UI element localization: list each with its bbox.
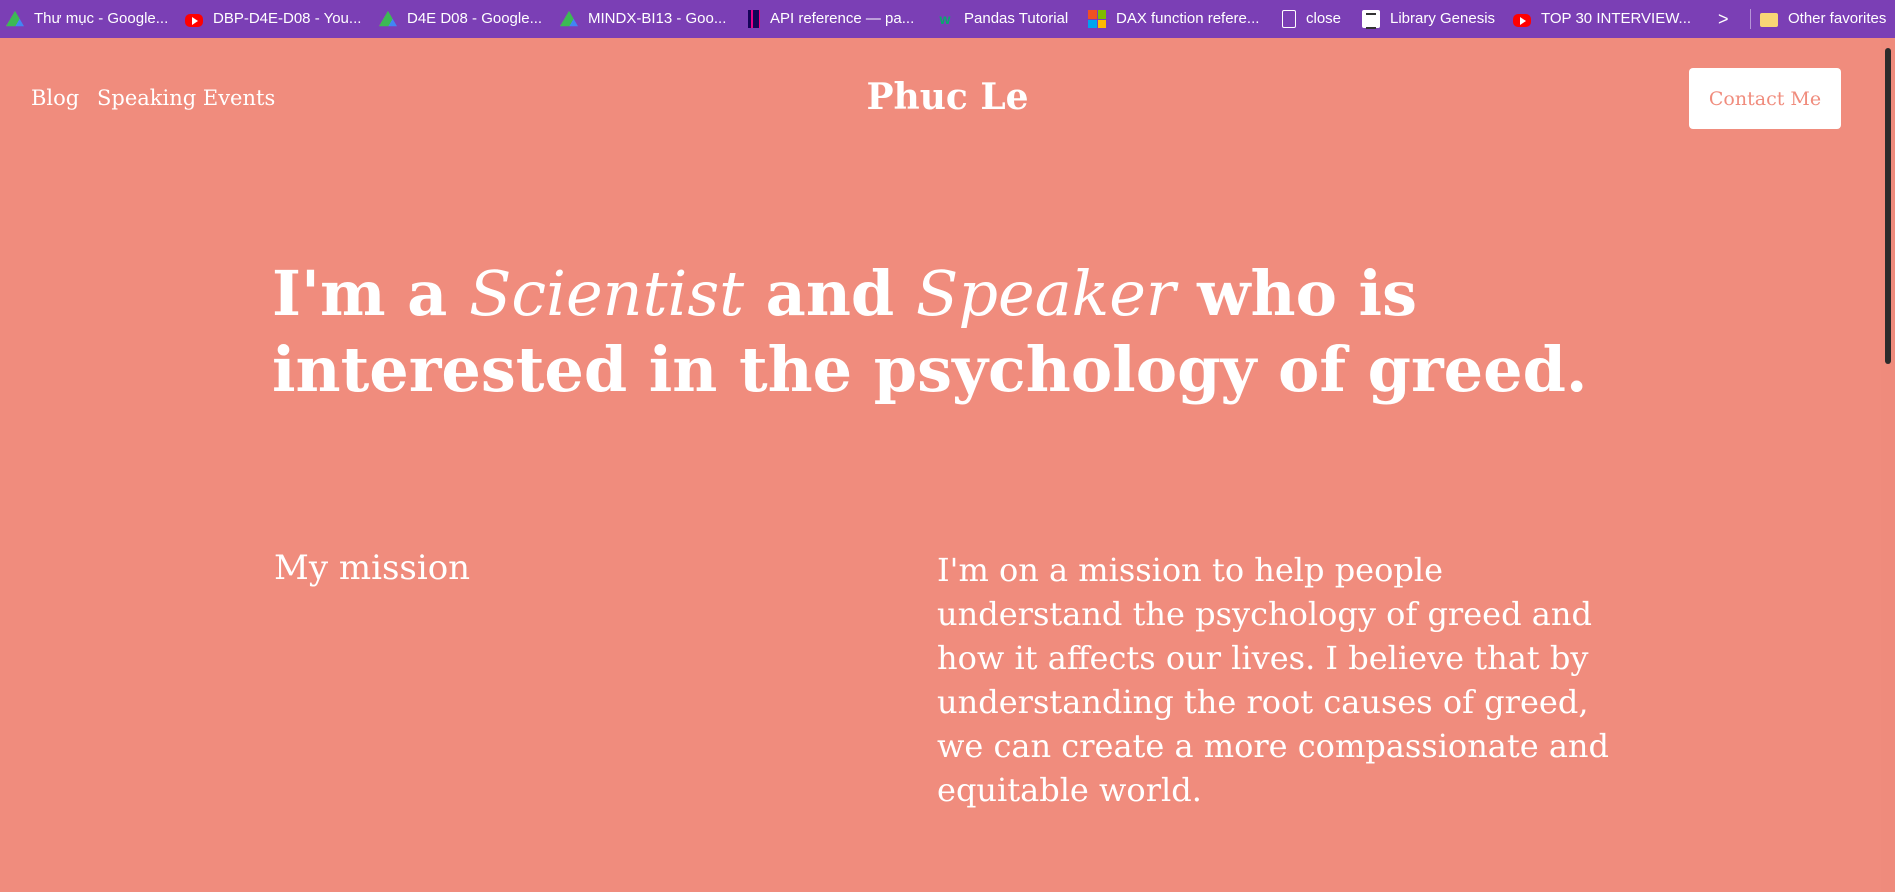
microsoft-icon	[1088, 10, 1106, 28]
bookmark-label: DBP-D4E-D08 - You...	[213, 10, 362, 27]
bookmarks-separator	[1750, 9, 1751, 29]
bookmark-label: MINDX-BI13 - Goo...	[588, 10, 727, 27]
hero-text-2: and	[744, 257, 916, 330]
bookmark-item[interactable]: DBP-D4E-D08 - You...	[185, 0, 361, 38]
bookmark-label: DAX function refere...	[1116, 10, 1260, 27]
google-drive-icon	[560, 10, 578, 27]
nav-link-speaking-events[interactable]: Speaking Events	[97, 86, 275, 110]
bookmark-item[interactable]: close	[1282, 0, 1341, 38]
bookmark-label: D4E D08 - Google...	[407, 10, 543, 27]
page-scrollbar[interactable]	[1881, 38, 1895, 892]
other-favorites-button[interactable]: Other favorites	[1760, 0, 1886, 38]
bookmarks-bar: Thư mục - Google... DBP-D4E-D08 - You...…	[0, 0, 1895, 38]
youtube-icon	[1513, 13, 1531, 27]
other-favorites-label: Other favorites	[1788, 10, 1887, 27]
chevron-right-icon: >	[1718, 9, 1729, 29]
file-icon	[1282, 10, 1296, 28]
nav-link-blog[interactable]: Blog	[31, 86, 79, 110]
site-brand-container: Phuc Le	[0, 76, 1895, 118]
bookmark-label: close	[1306, 10, 1342, 27]
google-drive-icon	[6, 10, 24, 27]
mission-statement: I'm on a mission to help people understa…	[937, 551, 1610, 809]
pandas-icon	[748, 10, 760, 28]
hero-text-1: I'm a	[272, 257, 469, 330]
bookmark-item[interactable]: API reference — pa...	[748, 0, 914, 38]
bookmark-label: TOP 30 INTERVIEW...	[1541, 10, 1692, 27]
hero-role-speaker: Speaker	[915, 257, 1176, 330]
bookmark-label: API reference — pa...	[770, 10, 915, 27]
w3schools-icon: w	[939, 11, 951, 27]
bookmark-item[interactable]: Library Genesis	[1362, 0, 1495, 38]
site-brand[interactable]: Phuc Le	[866, 76, 1028, 118]
hero-role-scientist: Scientist	[468, 257, 745, 330]
hero-headline: I'm a Scientist and Speaker who is inter…	[272, 256, 1622, 408]
google-drive-icon	[379, 10, 397, 27]
bookmarks-overflow-button[interactable]: >	[1718, 0, 1729, 38]
library-genesis-icon	[1362, 10, 1380, 29]
folder-icon	[1760, 13, 1778, 27]
bookmark-item[interactable]: DAX function refere...	[1088, 0, 1259, 38]
mission-heading: My mission	[274, 548, 471, 588]
bookmark-item[interactable]: w Pandas Tutorial	[936, 0, 1069, 38]
scrollbar-thumb[interactable]	[1885, 48, 1891, 364]
bookmark-label: Thư mục - Google...	[34, 10, 169, 27]
bookmark-item[interactable]: D4E D08 - Google...	[379, 0, 542, 38]
contact-me-button[interactable]: Contact Me	[1689, 68, 1841, 129]
bookmark-item[interactable]: MINDX-BI13 - Goo...	[560, 0, 726, 38]
bookmark-item[interactable]: Thư mục - Google...	[6, 0, 168, 38]
bookmark-label: Library Genesis	[1390, 10, 1496, 27]
bookmark-item[interactable]: TOP 30 INTERVIEW...	[1513, 0, 1691, 38]
youtube-icon	[185, 13, 203, 27]
bookmark-label: Pandas Tutorial	[964, 10, 1069, 27]
